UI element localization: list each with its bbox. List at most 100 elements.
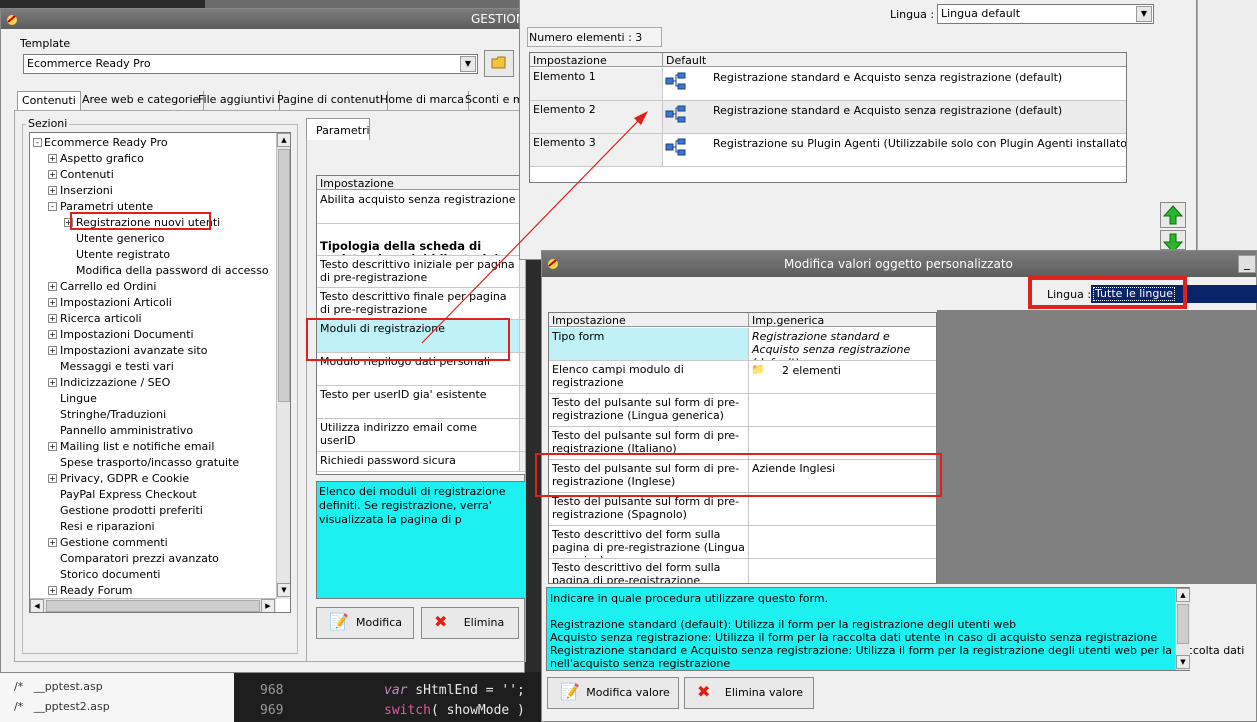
- elimina-valore-button[interactable]: ✖ Elimina valore: [684, 677, 814, 709]
- info-scroll-up[interactable]: ▲: [1176, 588, 1190, 602]
- tree-expand-0[interactable]: +: [48, 154, 57, 163]
- tree-scroll-right[interactable]: ▶: [261, 599, 275, 612]
- modifica-button[interactable]: 📝 Modifica: [316, 607, 414, 639]
- info-scroll-thumb[interactable]: [1177, 604, 1189, 644]
- mid-lingua-select[interactable]: Lingua default ▼: [937, 4, 1154, 24]
- tree-item[interactable]: Modifica della password di accesso: [76, 264, 269, 278]
- tree-expand-3[interactable]: -: [48, 202, 57, 211]
- mid-row-value[interactable]: Registrazione standard e Acquisto senza …: [663, 68, 1126, 101]
- tree-expand-14[interactable]: +: [48, 378, 57, 387]
- tree-expand-10[interactable]: +: [48, 314, 57, 323]
- tree-item[interactable]: Carrello ed Ordini: [60, 280, 156, 294]
- tree-scrollbar-v[interactable]: ▲ ▼: [276, 133, 290, 599]
- tree-item[interactable]: Ready Forum: [60, 584, 133, 598]
- tree-scroll-left[interactable]: ◀: [30, 599, 44, 612]
- tree-expand-24[interactable]: +: [48, 538, 57, 547]
- elimina-button[interactable]: ✖ Elimina: [421, 607, 519, 639]
- tree-item[interactable]: Gestione commenti: [60, 536, 168, 550]
- tree-expand-8[interactable]: +: [48, 282, 57, 291]
- tree-item[interactable]: Pannello amministrativo: [60, 424, 193, 438]
- tree-root[interactable]: Ecommerce Ready Pro: [44, 136, 168, 150]
- chevron-down-icon[interactable]: ▼: [460, 56, 476, 72]
- tree-item[interactable]: Ricerca articoli: [60, 312, 142, 326]
- tab-pagine-contenuti[interactable]: Pagine di contenuti: [273, 91, 388, 111]
- params-row[interactable]: Utilizza indirizzo email come userID: [317, 419, 520, 452]
- params-tab-header[interactable]: Parametri: [306, 118, 370, 140]
- tree-scroll-thumb[interactable]: [278, 149, 290, 402]
- editor-file-2[interactable]: /* __pptest2.asp: [14, 700, 110, 713]
- modifica-valore-button[interactable]: 📝 Modifica valore: [547, 677, 679, 709]
- dialog-info-scrollbar[interactable]: ▲ ▼: [1175, 588, 1190, 670]
- tree-item[interactable]: Impostazioni Articoli: [60, 296, 172, 310]
- tree-item[interactable]: PayPal Express Checkout: [60, 488, 197, 502]
- tree-item[interactable]: Comparatori prezzi avanzato: [60, 552, 219, 566]
- params-row-value[interactable]: [520, 386, 525, 419]
- tab-aree-web[interactable]: Aree web e categorie: [78, 91, 205, 111]
- dialog-grid[interactable]: Impostazione Imp.generica Tipo form Regis…: [548, 312, 937, 584]
- tree-item[interactable]: Messaggi e testi vari: [60, 360, 174, 374]
- mid-row-name[interactable]: Elemento 1: [530, 68, 663, 101]
- tree-item[interactable]: Mailing list e notifiche email: [60, 440, 214, 454]
- tree-hscroll-thumb[interactable]: [46, 600, 260, 612]
- dialog-row-label[interactable]: Testo descrittivo del form sulla pagina …: [549, 526, 749, 559]
- tree-expand-1[interactable]: +: [48, 170, 57, 179]
- tree-item[interactable]: Impostazioni avanzate sito: [60, 344, 207, 358]
- tree-expand-12[interactable]: +: [48, 346, 57, 355]
- dialog-titlebar[interactable]: Modifica valori oggetto personalizzato _: [542, 251, 1256, 277]
- tab-contenuti[interactable]: Contenuti: [17, 91, 81, 111]
- tree-item[interactable]: Impostazioni Documenti: [60, 328, 194, 342]
- tree-item[interactable]: Gestione prodotti preferiti: [60, 504, 203, 518]
- mid-row-value[interactable]: Registrazione su Plugin Agenti (Utilizza…: [663, 134, 1126, 167]
- tree-item[interactable]: Privacy, GDPR e Cookie: [60, 472, 189, 486]
- move-down-button[interactable]: [1160, 230, 1186, 250]
- tree-expand-11[interactable]: +: [48, 330, 57, 339]
- editor-file-1[interactable]: /* __pptest.asp: [14, 680, 103, 693]
- tree-expand-9[interactable]: +: [48, 298, 57, 307]
- tree-expand-root[interactable]: -: [33, 138, 42, 147]
- chevron-down-icon[interactable]: ▼: [1136, 6, 1152, 22]
- tree-item[interactable]: Resi e riparazioni: [60, 520, 155, 534]
- tree-item[interactable]: Utente registrato: [76, 248, 170, 262]
- tree-scrollbar-h[interactable]: ◀ ▶: [30, 598, 276, 612]
- tree-item[interactable]: Indicizzazione / SEO: [60, 376, 170, 390]
- tree-scroll-up[interactable]: ▲: [277, 133, 290, 147]
- info-scroll-down[interactable]: ▼: [1176, 655, 1190, 669]
- template-folder-button[interactable]: [484, 50, 514, 77]
- dialog-row-value[interactable]: Registrazione standard e Acquisto senza …: [749, 328, 936, 361]
- tree-item[interactable]: Utente generico: [76, 232, 165, 246]
- dialog-row-value[interactable]: 📁 2 elementi: [749, 361, 936, 394]
- tree-item[interactable]: Contenuti: [60, 168, 114, 182]
- tree-item[interactable]: Spese trasporto/incasso gratuite: [60, 456, 239, 470]
- tree-item[interactable]: Inserzioni: [60, 184, 113, 198]
- dialog-row-label[interactable]: Testo del pulsante sul form di pre-regis…: [549, 493, 749, 526]
- tree-item[interactable]: Lingue: [60, 392, 97, 406]
- tree-expand-2[interactable]: +: [48, 186, 57, 195]
- params-row[interactable]: Richiedi password sicura: [317, 452, 520, 472]
- tree-expand-20[interactable]: +: [48, 474, 57, 483]
- sezioni-tree[interactable]: - Ecommerce Ready Pro + Aspetto grafico + C…: [29, 132, 291, 613]
- tree-scroll-down[interactable]: ▼: [277, 583, 290, 597]
- tree-expand-27[interactable]: +: [48, 586, 57, 595]
- dialog-row-value[interactable]: [749, 493, 936, 526]
- move-up-button[interactable]: [1160, 202, 1186, 228]
- dialog-row-label[interactable]: Tipo form: [549, 328, 749, 361]
- params-row-value[interactable]: [520, 353, 525, 386]
- tree-item[interactable]: Aspetto grafico: [60, 152, 144, 166]
- tree-item[interactable]: Stringhe/Traduzioni: [60, 408, 166, 422]
- dialog-row-value[interactable]: [749, 526, 936, 559]
- mid-row-value[interactable]: Registrazione standard e Acquisto senza …: [663, 101, 1126, 134]
- dialog-row-label[interactable]: Testo del pulsante sul form di pre-regis…: [549, 394, 749, 427]
- tab-file-aggiuntivi[interactable]: File aggiuntivi: [194, 91, 280, 111]
- dialog-row-value[interactable]: [749, 559, 936, 583]
- dialog-row-label[interactable]: Testo descrittivo del form sulla pagina …: [549, 559, 749, 583]
- dialog-row-label[interactable]: Elenco campi modulo di registrazione: [549, 361, 749, 394]
- tree-expand-18[interactable]: +: [48, 442, 57, 451]
- main-titlebar[interactable]: GESTION: [1, 9, 525, 29]
- dialog-row-value[interactable]: [749, 394, 936, 427]
- minimize-icon[interactable]: _: [1238, 255, 1256, 273]
- params-row-value[interactable]: [520, 419, 525, 452]
- params-row[interactable]: Testo per userID gia' esistente: [317, 386, 520, 419]
- tree-item[interactable]: Storico documenti: [60, 568, 160, 582]
- template-select[interactable]: Ecommerce Ready Pro ▼: [23, 54, 478, 74]
- params-row-value[interactable]: [520, 452, 525, 472]
